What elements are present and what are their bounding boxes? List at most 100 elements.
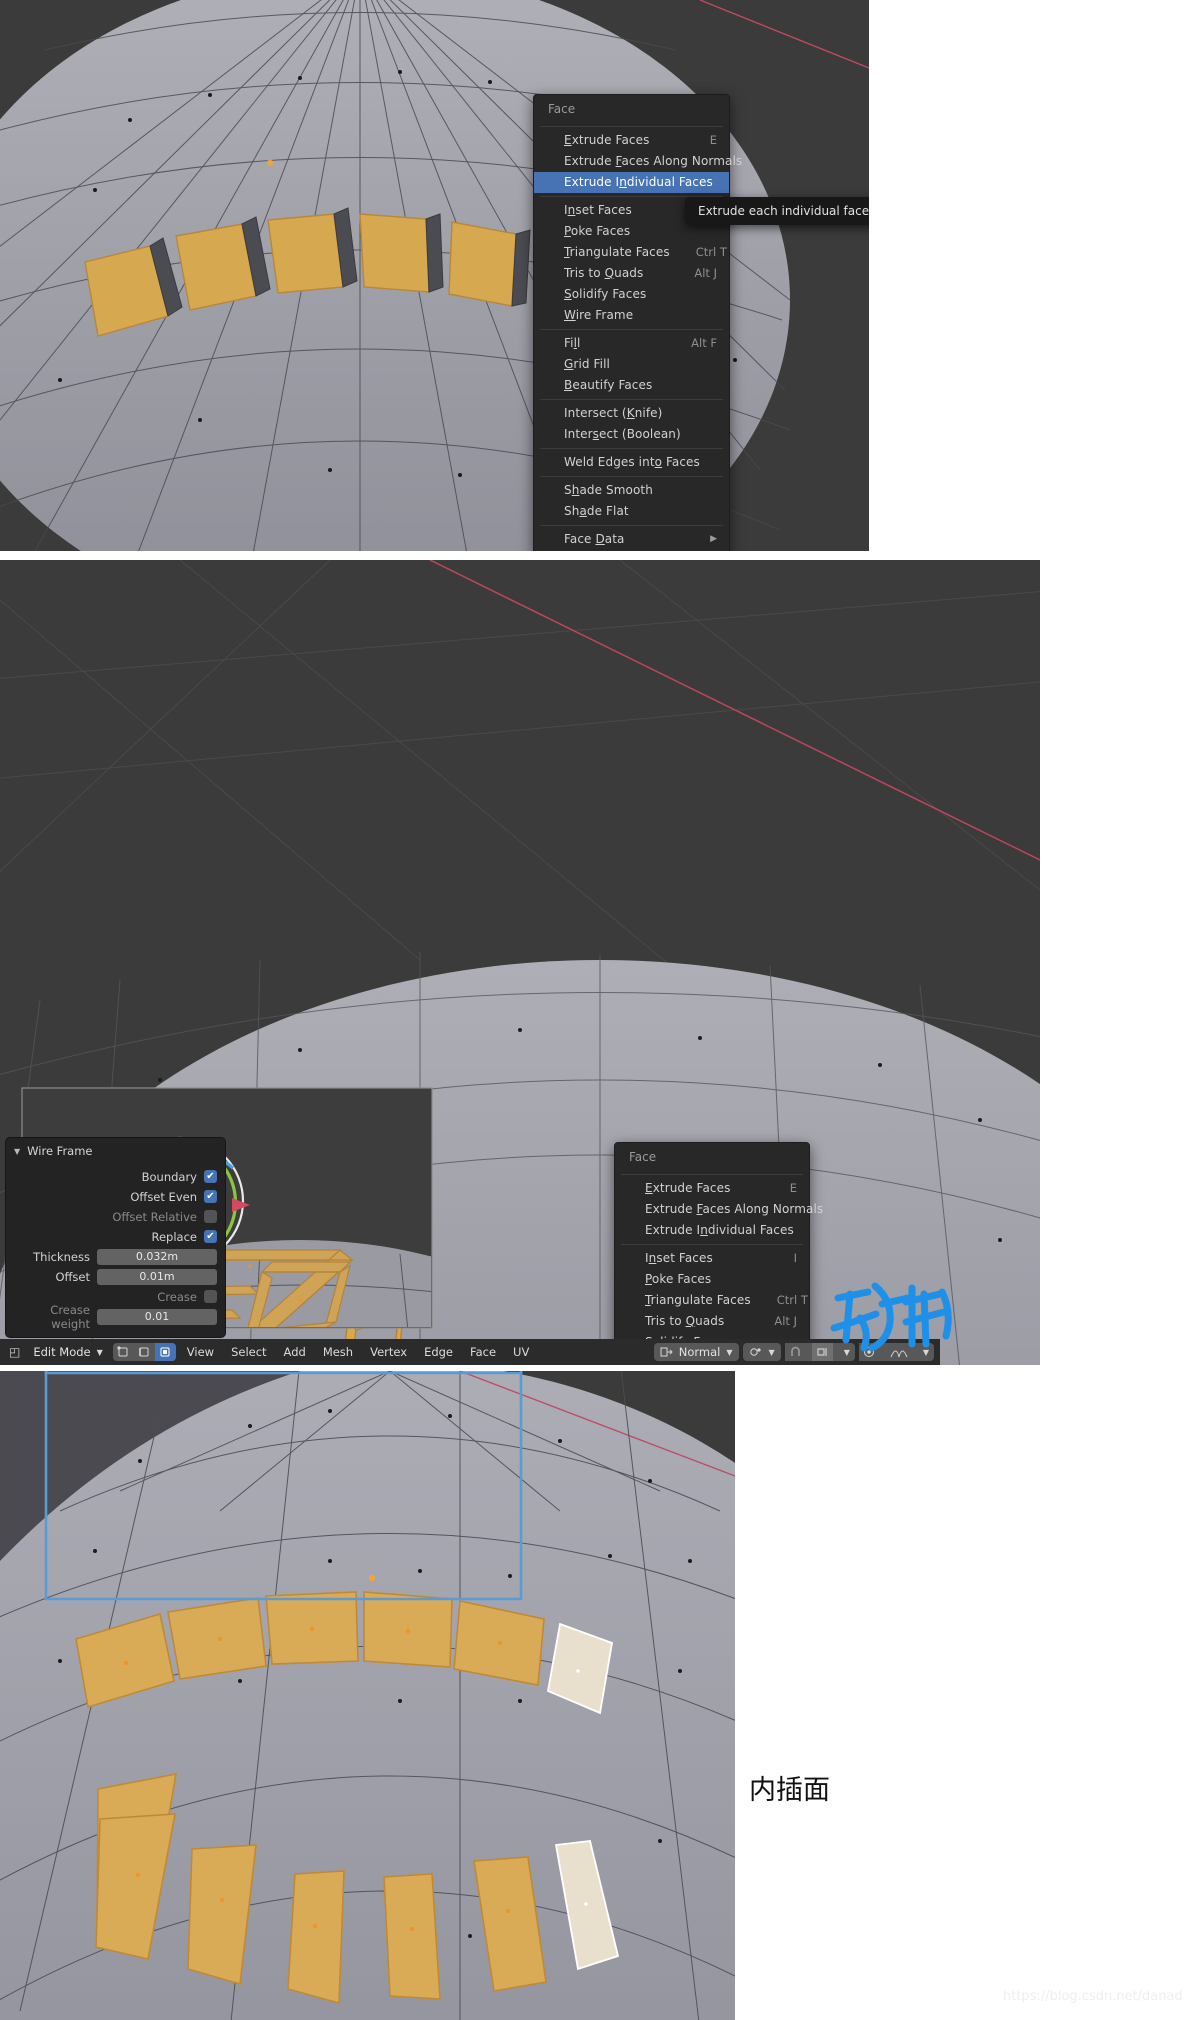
replace-row[interactable]: Replace ✔ <box>14 1228 217 1245</box>
menu-item-wire-frame[interactable]: Wire Frame <box>534 305 729 326</box>
thickness-field[interactable]: 0.032m <box>97 1248 217 1265</box>
crease-weight-row[interactable]: Crease weight 0.01 <box>14 1303 217 1331</box>
boundary-checkbox[interactable]: ✔ <box>204 1170 217 1183</box>
crease-label: Crease <box>157 1289 197 1304</box>
viewport-header-bar[interactable]: ◰ Edit Mode ▼ View Select Add Mesh Vertex Edg… <box>0 1339 940 1365</box>
panel-wire-frame: Face Extrude Faces E Extrude Faces Along N… <box>0 560 1040 1365</box>
editor-type-icon[interactable]: ◰ <box>6 1345 23 1359</box>
offset-even-label: Offset Even <box>130 1189 197 1204</box>
chevron-right-icon: ▶ <box>710 534 717 544</box>
menu-item-extrude-faces-along-normals[interactable]: Extrude Faces Along Normals <box>534 151 742 172</box>
check-icon: ✔ <box>206 1230 215 1242</box>
viewport-3d-1[interactable] <box>0 0 869 551</box>
thickness-row[interactable]: Thickness 0.032m <box>14 1248 217 1265</box>
offset-relative-label: Offset Relative <box>112 1209 197 1224</box>
header-menu-vertex[interactable]: Vertex <box>363 1343 414 1361</box>
menu-item-triangulate-faces[interactable]: Triangulate Faces Ctrl T <box>534 242 729 263</box>
menu-item-intersect-boolean[interactable]: Intersect (Boolean) <box>534 424 729 445</box>
collapse-triangle-icon[interactable]: ▼ <box>14 1147 20 1156</box>
box-select-rect-icon <box>44 1371 523 1601</box>
thickness-label: Thickness <box>33 1249 90 1264</box>
face-menu-1[interactable]: Face Extrude Faces E Extrude Faces Along N… <box>533 94 742 551</box>
menu-divider <box>540 126 723 127</box>
header-menu-face[interactable]: Face <box>463 1343 503 1361</box>
offset-relative-row[interactable]: Offset Relative <box>14 1208 217 1225</box>
pivot-point-selector[interactable]: ▼ <box>742 1343 781 1361</box>
edge-select-mode-icon[interactable] <box>133 1343 155 1361</box>
mode-label: Edit Mode <box>33 1345 91 1359</box>
header-menu-view[interactable]: View <box>180 1343 221 1361</box>
menu-item-extrude-faces-along-normals[interactable]: Extrude Faces Along Normals <box>615 1199 823 1220</box>
header-menu-uv[interactable]: UV <box>506 1343 536 1361</box>
offset-even-row[interactable]: Offset Even ✔ <box>14 1188 217 1205</box>
replace-checkbox[interactable]: ✔ <box>204 1230 217 1243</box>
offset-relative-checkbox[interactable] <box>204 1210 217 1223</box>
face-menu-items-2: Extrude Faces E Extrude Faces Along Normal… <box>615 1178 823 1365</box>
offset-even-checkbox[interactable]: ✔ <box>204 1190 217 1203</box>
menu-item-triangulate-faces[interactable]: Triangulate Faces Ctrl T <box>615 1290 809 1311</box>
crease-checkbox[interactable] <box>204 1290 217 1303</box>
mesh-select-mode-group[interactable] <box>112 1343 176 1361</box>
crease-weight-label: Crease weight <box>50 1302 90 1331</box>
mode-selector[interactable]: Edit Mode ▼ <box>27 1343 108 1361</box>
operator-panel-body: Boundary ✔ Offset Even ✔ Offset Relative Repl… <box>6 1164 225 1337</box>
menu-item-tris-to-quads[interactable]: Tris to Quads Alt J <box>615 1311 809 1332</box>
menu-item-extrude-individual-faces[interactable]: Extrude Individual Faces <box>615 1220 809 1241</box>
menu-item-fill[interactable]: Fill Alt F <box>534 333 729 354</box>
menu-item-solidify-faces[interactable]: Solidify Faces <box>534 284 729 305</box>
operator-panel-header[interactable]: ▼ Wire Frame <box>6 1138 225 1164</box>
face-menu-2[interactable]: Face Extrude Faces E Extrude Faces Along N… <box>614 1142 823 1365</box>
offset-field[interactable]: 0.01m <box>97 1268 217 1285</box>
inset-faces-caption: 内插面 <box>749 1775 830 1806</box>
snap-magnet-icon[interactable] <box>784 1343 806 1361</box>
header-menu-select[interactable]: Select <box>224 1343 273 1361</box>
menu-item-poke-faces[interactable]: Poke Faces <box>615 1269 809 1290</box>
menu-item-tris-to-quads[interactable]: Tris to Quads Alt J <box>534 263 729 284</box>
menu-divider <box>540 525 723 526</box>
vertex-select-mode-icon[interactable] <box>112 1343 134 1361</box>
replace-label: Replace <box>151 1229 198 1244</box>
face-menu-title: Face <box>548 102 576 116</box>
operator-panel-title: Wire Frame <box>27 1144 93 1158</box>
boundary-row[interactable]: Boundary ✔ <box>14 1168 217 1185</box>
menu-item-face-data[interactable]: Face Data ▶ <box>534 529 729 550</box>
face-select-mode-icon[interactable] <box>154 1343 176 1361</box>
header-menu-mesh[interactable]: Mesh <box>316 1343 360 1361</box>
header-menu-add[interactable]: Add <box>277 1343 313 1361</box>
menu-item-weld-edges-into-faces[interactable]: Weld Edges into Faces <box>534 452 729 473</box>
orientation-icon <box>660 1347 673 1357</box>
menu-item-shortcut: Alt J <box>774 1314 797 1328</box>
wire-frame-operator-panel[interactable]: ▼ Wire Frame Boundary ✔ Offset Even ✔ Offset… <box>5 1137 226 1338</box>
watermark: https://blog.csdn.net/danad <box>1003 1989 1183 2004</box>
annotation-wireframe-cjk <box>830 1282 952 1352</box>
menu-item-extrude-faces[interactable]: Extrude Faces E <box>534 130 729 151</box>
crease-weight-field[interactable]: 0.01 <box>97 1308 217 1325</box>
menu-item-shortcut: I <box>793 1251 797 1265</box>
offset-row[interactable]: Offset 0.01m <box>14 1268 217 1285</box>
offset-label: Offset <box>55 1269 90 1284</box>
menu-item-grid-fill[interactable]: Grid Fill <box>534 354 729 375</box>
menu-item-shade-flat[interactable]: Shade Flat <box>534 501 729 522</box>
transform-orientation-selector[interactable]: Normal ▼ <box>653 1343 739 1361</box>
menu-item-beautify-faces[interactable]: Beautify Faces <box>534 375 729 396</box>
header-menu-edge[interactable]: Edge <box>417 1343 460 1361</box>
menu-item-shortcut: Ctrl T <box>776 1293 808 1307</box>
menu-item-inset-faces[interactable]: Inset Faces I <box>615 1248 809 1269</box>
chevron-down-icon[interactable]: ▼ <box>726 1348 732 1357</box>
menu-item-shortcut: Alt J <box>694 266 717 280</box>
chevron-down-icon[interactable]: ▼ <box>97 1348 103 1357</box>
menu-item-shortcut: E <box>789 1181 797 1195</box>
face-menu-items-1: Extrude Faces E Extrude Faces Along Normal… <box>534 130 742 550</box>
menu-item-intersect-knife[interactable]: Intersect (Knife) <box>534 403 729 424</box>
chevron-down-icon[interactable]: ▼ <box>769 1348 775 1357</box>
viewport-menus: View Select Add Mesh Vertex Edge Face UV <box>180 1343 537 1361</box>
menu-item-extrude-individual-faces[interactable]: Extrude Individual Faces <box>534 172 729 193</box>
menu-item-shade-smooth[interactable]: Shade Smooth <box>534 480 729 501</box>
menu-divider <box>621 1174 803 1175</box>
transform-orientation-label: Normal <box>678 1345 721 1359</box>
menu-divider <box>540 476 723 477</box>
menu-item-extrude-faces[interactable]: Extrude Faces E <box>615 1178 809 1199</box>
boundary-label: Boundary <box>141 1169 197 1184</box>
menu-divider <box>540 329 723 330</box>
pivot-point-icon <box>749 1348 761 1356</box>
